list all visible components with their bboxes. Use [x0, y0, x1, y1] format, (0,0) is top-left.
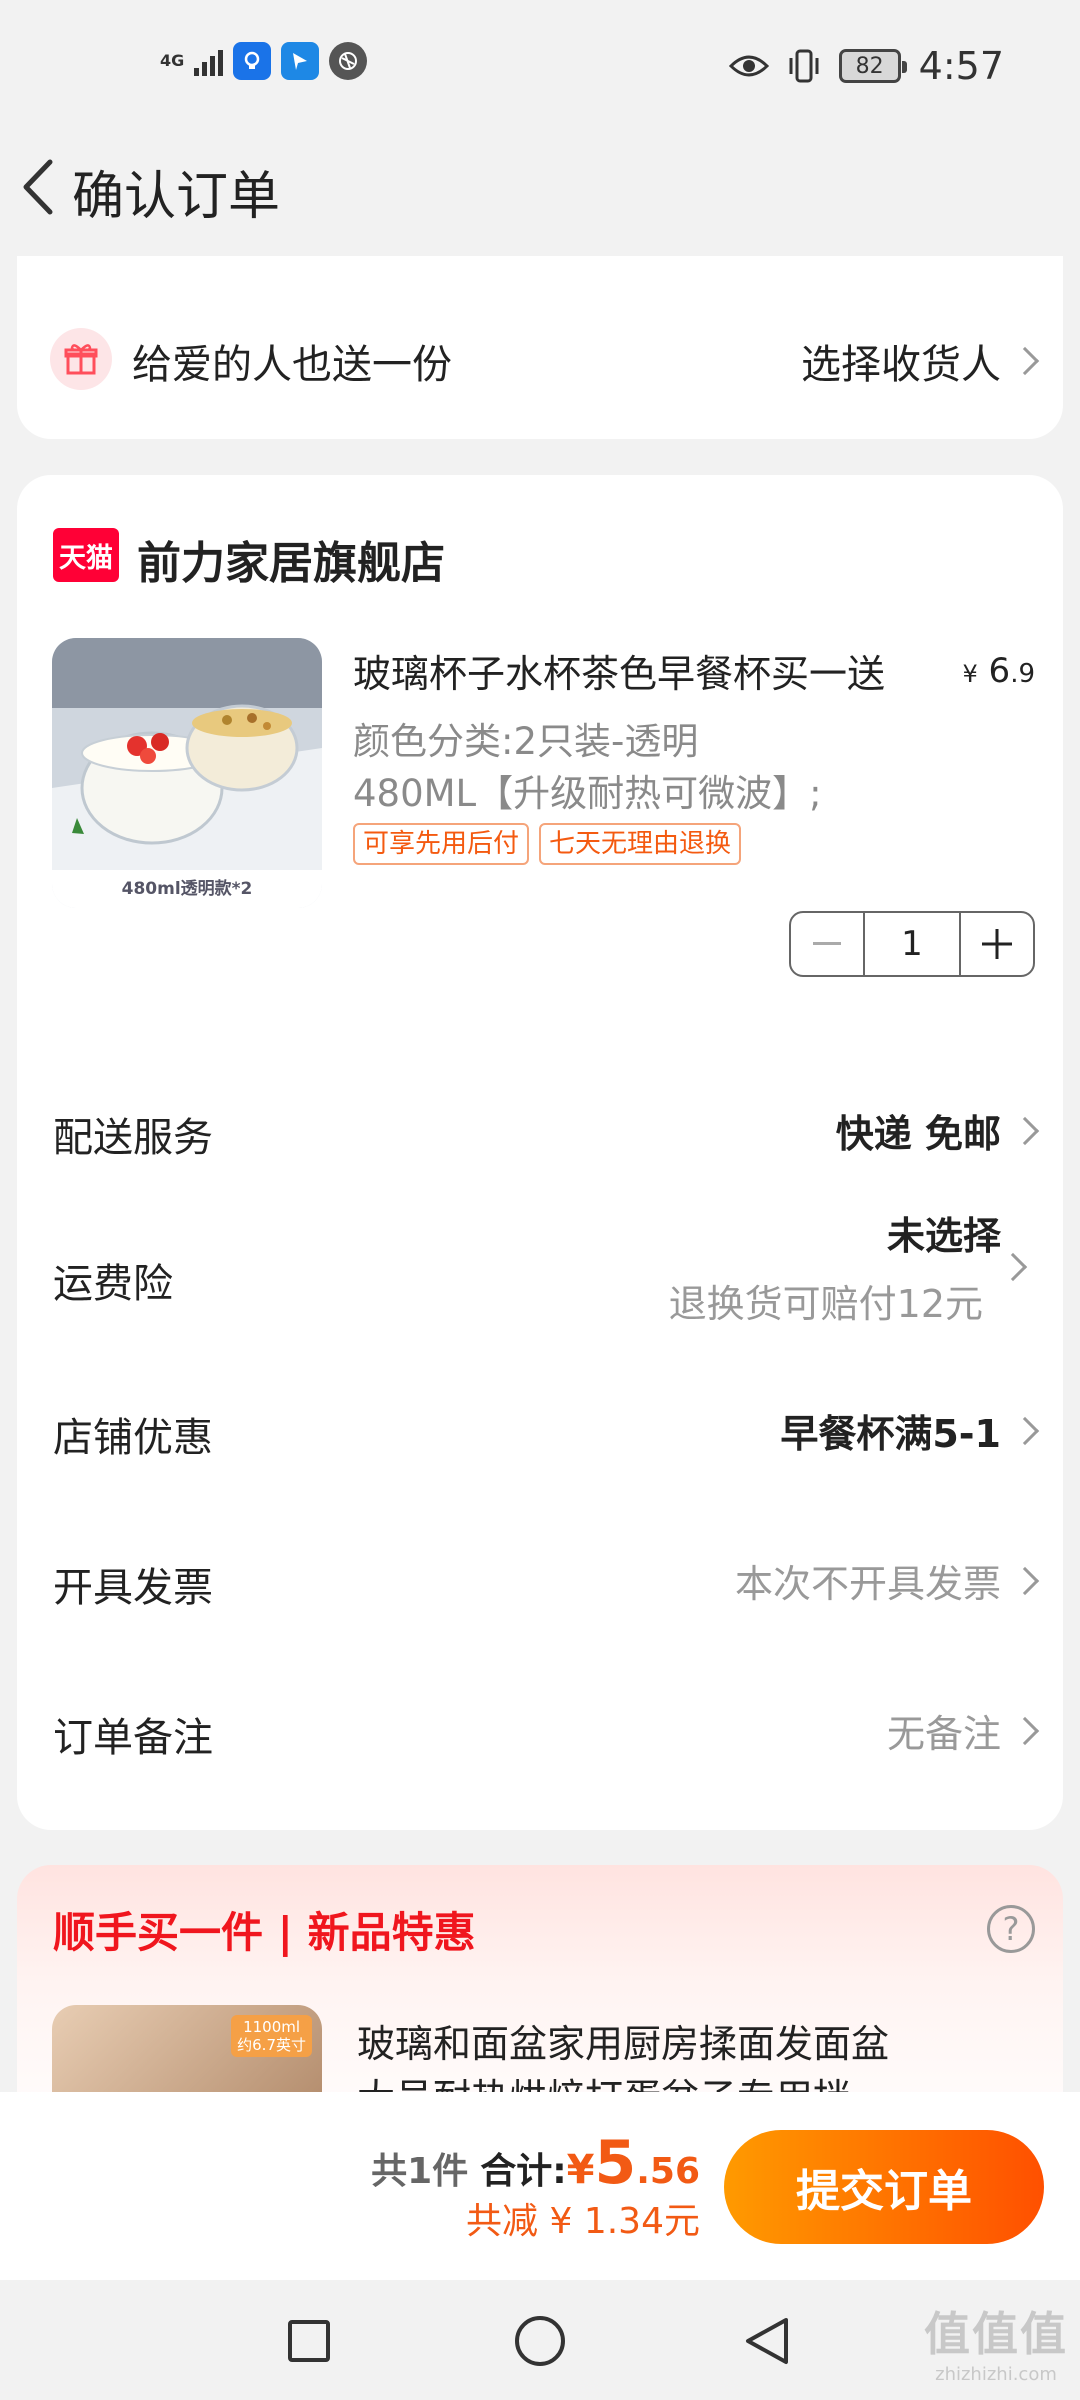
capacity-badge: 1100ml 约6.7英寸: [231, 2015, 312, 2057]
discount-row[interactable]: 店铺优惠 早餐杯满5-1: [17, 1385, 1063, 1475]
order-card: 天猫 前力家居旗舰店 480ml透明款*2 玻璃杯子水杯茶色早餐杯买一送 ¥ 6…: [17, 475, 1063, 1830]
eye-icon: [728, 55, 769, 77]
total-decimal: .56: [636, 2151, 700, 2192]
invoice-value-wrap: 本次不开具发票: [734, 1553, 1040, 1608]
product-image-caption: 480ml透明款*2: [52, 870, 322, 908]
choose-recipient-label: 选择收货人: [801, 342, 1001, 388]
vibrate-icon: [789, 49, 819, 83]
system-nav-bar: 值值值 zhizhizhi.com: [0, 2280, 1080, 2400]
product-image[interactable]: 480ml透明款*2: [52, 638, 322, 908]
product-spec[interactable]: 颜色分类:2只装-透明: [353, 711, 698, 765]
delivery-label: 配送服务: [53, 1115, 213, 1161]
note-row[interactable]: 订单备注 无备注: [17, 1685, 1063, 1775]
recommendation-name[interactable]: 玻璃和面盆家用厨房揉面发面盆: [357, 2013, 889, 2068]
note-value-wrap: 无备注: [886, 1703, 1040, 1758]
delivery-value-wrap: 快递 免邮: [835, 1103, 1040, 1158]
capacity-value: 1100ml: [243, 2018, 301, 2036]
chevron-right-icon: [1010, 1416, 1040, 1445]
tag-seven-day-return: 七天无理由退换: [539, 823, 742, 865]
tmall-logo: 天猫: [53, 528, 119, 582]
invoice-row[interactable]: 开具发票 本次不开具发票: [17, 1535, 1063, 1625]
note-label: 订单备注: [53, 1715, 213, 1761]
discount-value-wrap: 早餐杯满5-1: [780, 1403, 1040, 1458]
total-label: 合计:: [480, 2151, 567, 2192]
minus-icon: [813, 942, 841, 945]
chevron-right-icon: [1010, 346, 1040, 376]
capacity-size: 约6.7英寸: [237, 2036, 306, 2054]
chevron-right-icon: [1010, 1116, 1040, 1145]
page-title: 确认订单: [72, 167, 281, 227]
status-bar: 4G 82 4:57: [0, 0, 1080, 130]
status-right: 82 4:57: [728, 44, 1004, 88]
app-notification-icon: [281, 42, 320, 80]
submit-order-button[interactable]: 提交订单: [724, 2130, 1044, 2244]
store-name[interactable]: 前力家居旗舰店: [137, 527, 445, 591]
signal-icon: [194, 46, 224, 76]
insurance-label: 运费险: [53, 1261, 173, 1307]
product-spec[interactable]: 480ML【升级耐热可微波】;: [353, 763, 822, 817]
recents-icon[interactable]: [288, 2320, 330, 2362]
gift-card[interactable]: 给爱的人也送一份 选择收货人: [17, 256, 1063, 439]
item-count: 共1件: [371, 2151, 469, 2192]
gift-icon: [50, 328, 112, 390]
chevron-right-icon: [1010, 1716, 1040, 1745]
invoice-label: 开具发票: [53, 1565, 213, 1611]
service-tags: 可享先用后付 七天无理由退换: [353, 823, 742, 865]
total-currency: ¥: [566, 2147, 595, 2193]
recommendation-title: 顺手买一件 | 新品特惠: [53, 1908, 476, 1957]
status-left: 4G: [160, 42, 368, 80]
watermark-logo: 值值值: [924, 2307, 1068, 2361]
insurance-subtext: 退换货可赔付12元: [668, 1282, 983, 1326]
total-summary: 共1件 合计: ¥5.56: [371, 2128, 700, 2198]
clock: 4:57: [918, 44, 1004, 88]
insurance-value: 未选择: [886, 1214, 1001, 1258]
product-photo: [52, 638, 322, 870]
network-type: 4G: [160, 51, 185, 70]
header: 确认订单: [0, 130, 1080, 246]
price-integer: 6: [988, 651, 1011, 691]
nav-back-icon[interactable]: [740, 2314, 794, 2368]
quantity-value[interactable]: 1: [863, 913, 961, 975]
browser-notification-icon: [329, 42, 368, 80]
help-icon[interactable]: ?: [987, 1905, 1035, 1953]
quantity-stepper: 1: [789, 911, 1035, 977]
insurance-row[interactable]: 运费险 未选择 退换货可赔付12元: [17, 1205, 1063, 1345]
total-amount: ¥5.56: [567, 2128, 700, 2198]
plus-icon: [982, 929, 1012, 959]
saved-amount: 共减 ¥ 1.34元: [466, 2201, 700, 2242]
discount-value: 早餐杯满5-1: [780, 1412, 1001, 1456]
watermark-url: zhizhizhi.com: [935, 2364, 1057, 2385]
product-title[interactable]: 玻璃杯子水杯茶色早餐杯买一送: [353, 643, 885, 698]
decrease-button[interactable]: [791, 913, 863, 975]
total-integer: 5: [594, 2128, 637, 2198]
watermark: 值值值 zhizhizhi.com: [924, 2298, 1068, 2385]
delivery-row[interactable]: 配送服务 快递 免邮: [17, 1085, 1063, 1175]
gift-text: 给爱的人也送一份: [132, 342, 452, 388]
discount-label: 店铺优惠: [53, 1415, 213, 1461]
back-icon[interactable]: [14, 152, 60, 222]
increase-button[interactable]: [961, 913, 1033, 975]
battery-icon: 82: [838, 49, 907, 83]
home-icon[interactable]: [515, 2316, 565, 2366]
price-decimal: .9: [1010, 659, 1035, 689]
checkout-bar: 共1件 合计: ¥5.56 共减 ¥ 1.34元 提交订单: [0, 2092, 1080, 2280]
invoice-value: 本次不开具发票: [734, 1562, 1001, 1606]
delivery-value: 快递 免邮: [835, 1112, 1001, 1156]
chevron-right-icon: [1010, 1566, 1040, 1595]
tag-pay-later: 可享先用后付: [353, 823, 530, 865]
app-notification-icon: [233, 42, 272, 80]
product-price: ¥ 6.9: [962, 651, 1035, 691]
choose-recipient-button[interactable]: 选择收货人: [801, 332, 1040, 390]
price-symbol: ¥: [962, 660, 978, 688]
note-value: 无备注: [886, 1712, 1001, 1756]
